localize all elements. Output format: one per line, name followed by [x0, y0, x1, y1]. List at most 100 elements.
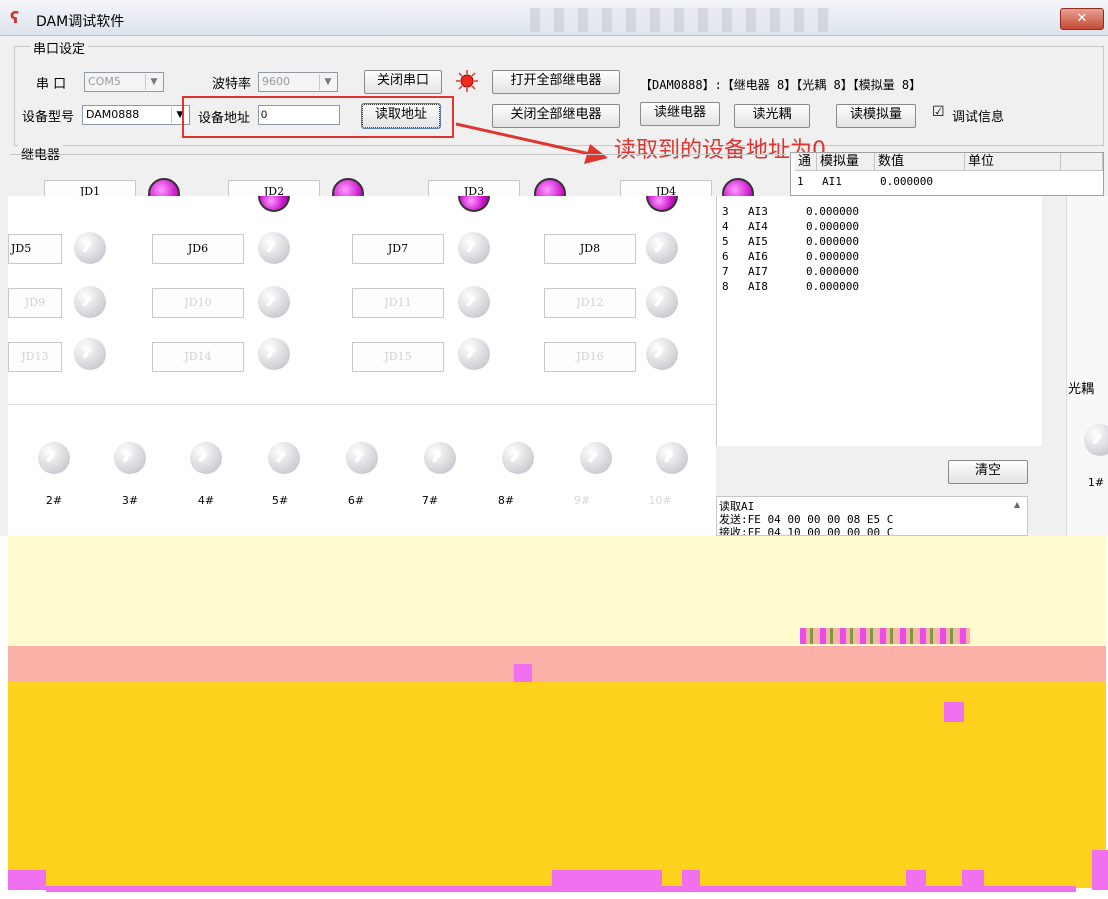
serial-group-title: 串口设定: [30, 38, 89, 57]
analog-row-5-value: 0.000000: [806, 235, 859, 248]
input-2-led-icon: [38, 442, 70, 474]
input-3-led-icon: [114, 442, 146, 474]
read-opto-button[interactable]: 读光耦: [734, 104, 810, 128]
model-label: 设备型号: [22, 110, 75, 125]
relay-jd5-button[interactable]: JD5: [8, 234, 62, 264]
input-4-label: 4#: [197, 494, 215, 507]
relay-group-line: [10, 154, 786, 155]
relay-jd14-button[interactable]: JD14: [152, 342, 244, 372]
baud-select[interactable]: 9600 ▼: [258, 72, 338, 92]
analog-row-5-no: 5: [722, 235, 729, 248]
analog-row-7-name: AI7: [748, 265, 768, 278]
model-select[interactable]: DAM0888 ▼: [82, 105, 190, 125]
input-7-led-icon: [424, 442, 456, 474]
open-all-relays-button[interactable]: 打开全部继电器: [492, 70, 620, 94]
input-9-led-icon: [580, 442, 612, 474]
relay-jd16-led-icon: [646, 338, 678, 370]
read-relay-button[interactable]: 读继电器: [640, 102, 720, 126]
read-analog-button[interactable]: 读模拟量: [836, 104, 916, 128]
analog-row-4-no: 4: [722, 220, 729, 233]
relay-jd12-button[interactable]: JD12: [544, 288, 636, 318]
relay-jd15-button[interactable]: JD15: [352, 342, 444, 372]
debug-checkbox[interactable]: ☑: [932, 104, 945, 120]
address-input[interactable]: [258, 105, 340, 125]
read-address-button[interactable]: 读取地址: [361, 103, 441, 129]
input-8-led-icon: [502, 442, 534, 474]
opto-1-label: 1#: [1087, 476, 1105, 489]
chevron-down-icon: ▼: [145, 74, 162, 90]
input-5-label: 5#: [271, 494, 289, 507]
port-select[interactable]: COM5 ▼: [84, 72, 164, 92]
analog-row-1-no: 1: [797, 175, 804, 188]
analog-row-3-name: AI3: [748, 205, 768, 218]
input-9-label: 9#: [573, 494, 591, 507]
relay-jd8-button[interactable]: JD8: [544, 234, 636, 264]
baud-label: 波特率: [212, 77, 252, 92]
relay-jd14-led-icon: [258, 338, 290, 370]
annotation-arrow-icon: [455, 122, 608, 164]
log-textarea[interactable]: 读取AI 发送:FE 04 00 00 00 08 E5 C 接收:FE 04 …: [716, 496, 1028, 536]
input-5-led-icon: [268, 442, 300, 474]
chevron-down-icon: ▼: [319, 74, 336, 90]
window-title: DAM调试软件: [36, 14, 125, 30]
relay-jd16-button[interactable]: JD16: [544, 342, 636, 372]
clear-button[interactable]: 清空: [948, 460, 1028, 484]
input-2-label: 2#: [45, 494, 63, 507]
corrupted-block: [944, 702, 964, 722]
relay-jd10-button[interactable]: JD10: [152, 288, 244, 318]
analog-header-name: 模拟量: [817, 153, 875, 171]
address-label: 设备地址: [198, 111, 251, 126]
analog-header-value: 数值: [875, 153, 965, 171]
relay-jd15-led-icon: [458, 338, 490, 370]
relay-jd10-led-icon: [258, 286, 290, 318]
relay-jd11-button[interactable]: JD11: [352, 288, 444, 318]
log-line-3: 接收:FE 04 10 00 00 00 00 C: [719, 526, 894, 536]
relay-jd8-led-icon: [646, 232, 678, 264]
analog-row-4-value: 0.000000: [806, 220, 859, 233]
port-value: COM5: [88, 75, 121, 88]
corrupted-yellow-band: [8, 682, 1106, 888]
corrupted-noise-strip: [800, 628, 970, 644]
corrupted-pink-band: [8, 646, 1106, 682]
corrupted-block: [514, 664, 532, 682]
input-7-label: 7#: [421, 494, 439, 507]
analog-row-3-value: 0.000000: [806, 205, 859, 218]
corrupted-strip: [46, 886, 1076, 892]
analog-row-8-name: AI8: [748, 280, 768, 293]
analog-row-6-no: 6: [722, 250, 729, 263]
analog-row-4-name: AI4: [748, 220, 768, 233]
relay-jd7-button[interactable]: JD7: [352, 234, 444, 264]
analog-row-7-value: 0.000000: [806, 265, 859, 278]
relay-jd9-led-icon: [74, 286, 106, 318]
analog-row-1-name: AI1: [822, 175, 842, 188]
analog-header-extra: [1061, 153, 1103, 171]
analog-row-8-value: 0.000000: [806, 280, 859, 293]
analog-row-6-value: 0.000000: [806, 250, 859, 263]
close-icon: ✕: [1076, 11, 1088, 26]
close-port-button[interactable]: 关闭串口: [364, 70, 442, 94]
relay-jd6-button[interactable]: JD6: [152, 234, 244, 264]
device-info-text: 【DAM0888】:【继电器 8】【光耦 8】【模拟量 8】: [640, 78, 922, 92]
relay-jd11-led-icon: [458, 286, 490, 318]
input-6-led-icon: [346, 442, 378, 474]
input-3-label: 3#: [121, 494, 139, 507]
log-scroll-up-icon[interactable]: ▲: [1014, 500, 1026, 510]
analog-row-1-value: 0.000000: [880, 175, 933, 188]
analog-header-unit: 单位: [965, 153, 1061, 171]
port-status-led-icon: [456, 70, 478, 92]
analog-row-8-no: 8: [722, 280, 729, 293]
port-label: 串 口: [36, 77, 67, 92]
blurred-titlebar-area: [530, 8, 830, 32]
relay-jd13-button[interactable]: JD13: [8, 342, 62, 372]
model-value: DAM0888: [86, 108, 140, 121]
relay-jd12-led-icon: [646, 286, 678, 318]
close-button[interactable]: ✕: [1060, 8, 1104, 30]
corrupted-block: [8, 870, 46, 890]
relay-jd9-button[interactable]: JD9: [8, 288, 62, 318]
analog-row-6-name: AI6: [748, 250, 768, 263]
corrupted-block: [1092, 850, 1108, 890]
input-10-led-icon: [656, 442, 688, 474]
baud-value: 9600: [262, 75, 290, 88]
relay-jd6-led-icon: [258, 232, 290, 264]
opto-label: 光耦: [1068, 382, 1095, 397]
